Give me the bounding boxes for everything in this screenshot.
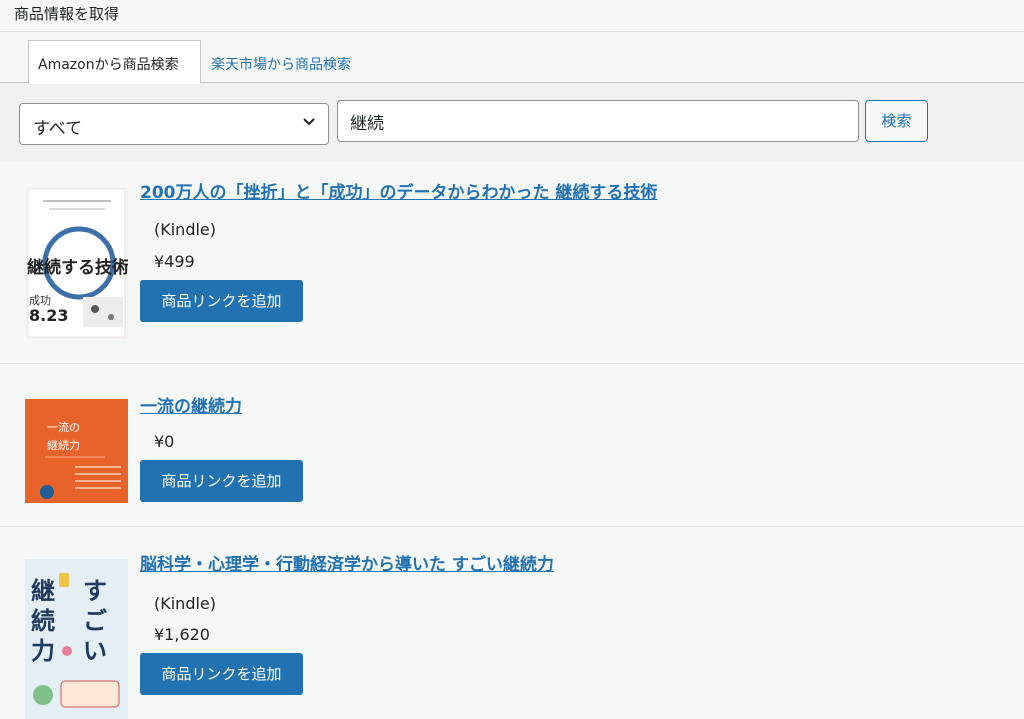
- result-item: 継 続 力 す ご い 脳科学・心理学・行動経済学から導いた すごい継続力 (K…: [0, 527, 1024, 719]
- book-cover-image: 継続する技術 成功 8.23: [25, 187, 128, 339]
- product-title-link[interactable]: 一流の継続力: [140, 392, 242, 417]
- tab-rakuten-search[interactable]: 楽天市場から商品検索: [201, 40, 361, 84]
- category-select[interactable]: すべて: [19, 103, 329, 145]
- tab-bar: Amazonから商品検索 楽天市場から商品検索: [0, 32, 1024, 84]
- results-list: 継続する技術 成功 8.23 200万人の「挫折」と「成功」のデータからわかった…: [0, 162, 1024, 719]
- tab-amazon-search[interactable]: Amazonから商品検索: [28, 40, 201, 84]
- cover-number-text: 8.23: [29, 306, 68, 325]
- product-binding: (Kindle): [154, 594, 217, 613]
- panel-header: 商品情報を取得: [0, 0, 1024, 32]
- cover-title-line-2: 継続力: [47, 438, 80, 452]
- search-bar: すべて 検索: [0, 84, 1024, 162]
- product-binding: (Kindle): [154, 220, 217, 239]
- product-title-link[interactable]: 脳科学・心理学・行動経済学から導いた すごい継続力: [140, 550, 554, 575]
- cover-char-6: い: [83, 637, 107, 665]
- product-title-link[interactable]: 200万人の「挫折」と「成功」のデータからわかった 継続する技術: [140, 178, 657, 203]
- panel-title: 商品情報を取得: [14, 5, 120, 23]
- cover-char-5: ご: [83, 607, 107, 635]
- category-select-value: すべて: [33, 119, 83, 139]
- result-item: 一流の 継続力 一流の継続力 ¥0 商品リンクを追加: [0, 364, 1024, 527]
- cover-char-1: 継: [31, 577, 55, 605]
- product-price: ¥0: [154, 432, 175, 451]
- cover-title-line-1: 一流の: [47, 420, 80, 434]
- add-product-link-button[interactable]: 商品リンクを追加: [140, 653, 303, 695]
- cover-char-4: す: [83, 577, 107, 605]
- book-cover-image: 一流の 継続力: [25, 399, 128, 503]
- product-price: ¥1,620: [154, 625, 210, 644]
- add-product-link-button[interactable]: 商品リンクを追加: [140, 280, 303, 322]
- search-button[interactable]: 検索: [865, 100, 928, 142]
- cover-title-text: 継続する技術: [27, 257, 128, 278]
- chevron-down-icon: [302, 115, 315, 127]
- book-cover-image: 継 続 力 す ご い: [25, 559, 128, 719]
- add-product-link-button[interactable]: 商品リンクを追加: [140, 460, 303, 502]
- product-price: ¥499: [154, 252, 195, 271]
- keyword-input[interactable]: [337, 100, 859, 142]
- result-item: 継続する技術 成功 8.23 200万人の「挫折」と「成功」のデータからわかった…: [0, 162, 1024, 364]
- cover-char-3: 力: [31, 637, 55, 665]
- cover-char-2: 続: [31, 607, 55, 635]
